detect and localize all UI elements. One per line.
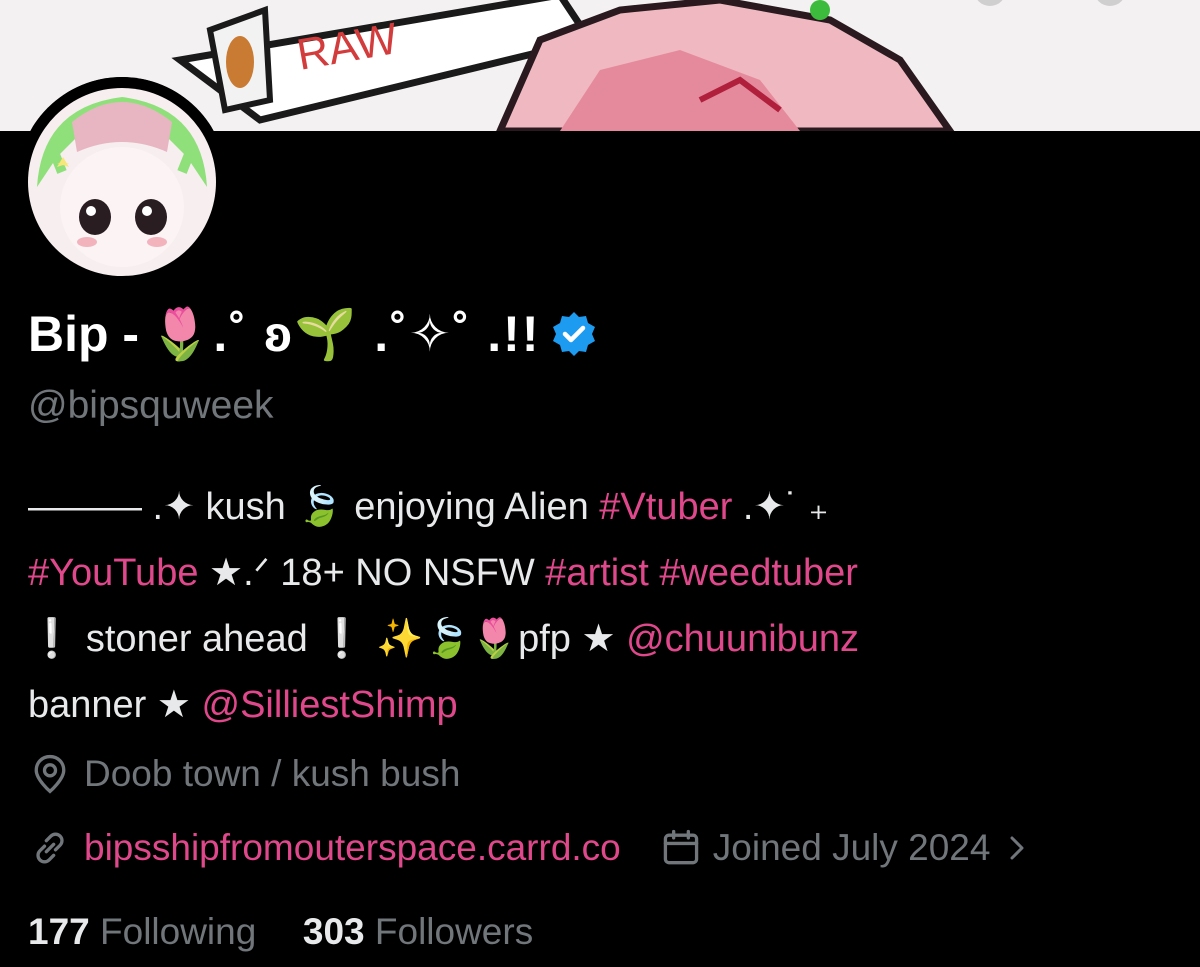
website-link[interactable]: bipsshipfromouterspace.carrd.co: [84, 827, 621, 869]
bio-text: banner ★: [28, 684, 202, 726]
joined-date: Joined July 2024: [712, 827, 991, 868]
verified-badge-icon[interactable]: [550, 310, 598, 358]
hashtag-link[interactable]: #weedtuber: [659, 552, 858, 594]
hashtag-link[interactable]: #YouTube: [28, 552, 198, 594]
user-handle: @bipsquweek: [28, 384, 274, 427]
bio-line-2: #YouTube ★.ᐟ 18+ NO NSFW #artist #weedtu…: [28, 540, 1178, 606]
following-label: Following: [100, 911, 257, 952]
display-name-decoration: 🌷.˚ ʚ🌱 .˚✧˚ .!!: [149, 305, 541, 362]
followers-link[interactable]: 303 Followers: [303, 911, 533, 952]
calendar-icon: [663, 829, 698, 865]
display-name-text: Bip -: [28, 306, 140, 362]
bio-text: ★.ᐟ 18+ NO NSFW: [198, 552, 546, 594]
following-count: 177: [28, 911, 90, 952]
chevron-right-icon[interactable]: [1002, 828, 1032, 868]
bio-text: ——— .✦ kush 🍃 enjoying Alien: [28, 486, 600, 528]
bio-line-1: ——— .✦ kush 🍃 enjoying Alien #Vtuber .✦˙…: [28, 474, 1178, 540]
display-name: Bip - 🌷.˚ ʚ🌱 .˚✧˚ .!!: [28, 302, 598, 366]
bio: ——— .✦ kush 🍃 enjoying Alien #Vtuber .✦˙…: [28, 474, 1178, 738]
hashtag-link[interactable]: #Vtuber: [599, 486, 732, 528]
following-link[interactable]: 177 Following: [28, 911, 256, 952]
follow-stats: 177 Following 303 Followers: [28, 911, 533, 953]
avatar-image: [17, 77, 227, 287]
followers-count: 303: [302, 911, 365, 952]
hashtag-link[interactable]: #artist: [545, 552, 648, 594]
mention-link[interactable]: @SilliestShimp: [202, 684, 458, 726]
bio-text: .✦˙ ₊: [732, 486, 829, 528]
bio-line-3: ❕ stoner ahead ❕ ✨🍃🌷pfp ★ @chuunibunz: [28, 606, 1178, 672]
website-joined-row: bipsshipfromouterspace.carrd.co Joined J…: [28, 826, 1032, 870]
link-icon: [36, 832, 64, 864]
location-text: Doob town / kush bush: [84, 753, 461, 794]
avatar[interactable]: [17, 77, 227, 287]
location-row: Doob town / kush bush: [28, 752, 460, 796]
map-pin-icon: [34, 754, 66, 794]
bio-text: ❕ stoner ahead ❕ ✨🍃🌷pfp ★: [28, 618, 627, 660]
followers-label: Followers: [374, 911, 534, 952]
mention-link[interactable]: @chuunibunz: [626, 618, 859, 660]
bio-line-4: banner ★ @SilliestShimp: [28, 672, 1178, 738]
